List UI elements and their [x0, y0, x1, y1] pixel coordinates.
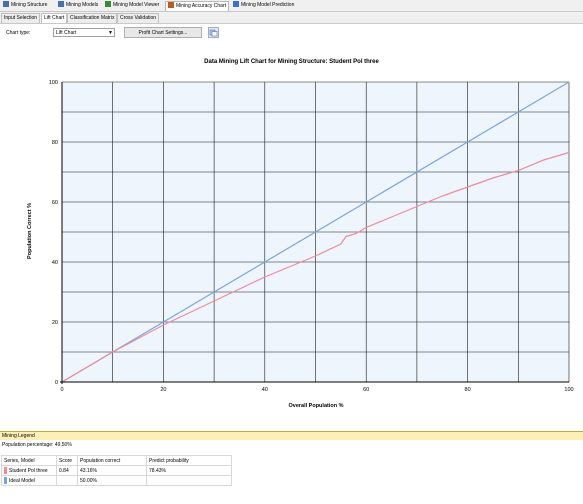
tab-label: Mining Models: [66, 2, 99, 8]
series-name: Ideal Model: [9, 477, 35, 484]
population-percentage: Population percentage: 49.50%: [2, 442, 72, 448]
tab-label: Mining Structure: [11, 2, 48, 8]
predict-probability-cell: 78.43%: [146, 465, 232, 476]
tab-input-selection[interactable]: Input Selection: [1, 13, 41, 23]
x-tick-label: 60: [363, 387, 369, 393]
series-swatch: [4, 467, 7, 474]
mining-legend-header: Mining Legend: [0, 431, 583, 440]
chart-toolbar: Chart type: Lift Chart ▼ Profit Chart Se…: [0, 26, 583, 40]
col-series: Series, Model: [1, 455, 57, 466]
tab-classification-matrix[interactable]: Classification Matrix: [67, 13, 118, 23]
accuracy-chart-icon: [168, 2, 174, 8]
col-score: Score: [56, 455, 78, 466]
y-tick-label: 20: [52, 320, 58, 326]
table-row: Student Pol three 0.84 43.16% 78.43%: [1, 465, 232, 476]
mining-legend-table: Series, Model Score Population correct P…: [1, 455, 232, 486]
col-population-correct: Population correct: [77, 455, 147, 466]
score-cell: 0.84: [56, 465, 78, 476]
chart-title: Data Mining Lift Chart for Mining Struct…: [204, 59, 379, 65]
score-cell: [56, 475, 78, 486]
chart-type-value: Lift Chart: [56, 30, 77, 36]
tab-mining-model-viewer[interactable]: Mining Model Viewer: [103, 1, 161, 10]
y-tick-label: 100: [49, 80, 58, 86]
tab-mining-structure[interactable]: Mining Structure: [1, 1, 49, 10]
profit-chart-settings-button[interactable]: Profit Chart Settings...: [124, 27, 202, 38]
tab-label: Mining Model Prediction: [241, 2, 295, 8]
tab-mining-accuracy-chart[interactable]: Mining Accuracy Chart: [165, 1, 230, 11]
tab-mining-model-prediction[interactable]: Mining Model Prediction: [231, 1, 296, 10]
y-tick-label: 80: [52, 140, 58, 146]
x-tick-label: 40: [262, 387, 268, 393]
tab-mining-models[interactable]: Mining Models: [56, 1, 100, 10]
chevron-down-icon: ▼: [108, 30, 113, 36]
mining-viewer-icon: [105, 1, 111, 7]
x-tick-label: 80: [465, 387, 471, 393]
copy-chart-icon: [209, 29, 218, 37]
x-tick-label: 100: [564, 387, 573, 393]
mining-models-icon: [58, 1, 64, 7]
legend-title: Mining Legend: [2, 433, 35, 439]
series-swatch: [4, 477, 7, 484]
designer-tab-strip: Mining Structure Mining Models Mining Mo…: [0, 0, 583, 12]
predict-probability-cell: [146, 475, 232, 486]
y-axis-label: Population Correct %: [27, 203, 33, 259]
chart-type-select[interactable]: Lift Chart ▼: [53, 28, 115, 37]
lift-chart: 0 20 40 60 80 100 0 20 40 60 80 100 Overall Populat…: [27, 80, 574, 409]
legend-header-row: Series, Model Score Population correct P…: [1, 455, 232, 466]
chart-type-label: Chart type:: [6, 30, 31, 36]
y-tick-label: 0: [55, 380, 58, 386]
table-row: Ideal Model 50.00%: [1, 475, 232, 486]
population-correct-cell: 43.16%: [77, 465, 147, 476]
x-tick-label: 20: [160, 387, 166, 393]
tab-cross-validation[interactable]: Cross Validation: [117, 13, 160, 23]
prediction-icon: [233, 1, 239, 7]
tab-label: Mining Accuracy Chart: [176, 3, 227, 9]
series-name: Student Pol three: [9, 467, 48, 474]
legend-series-cell: Student Pol three: [1, 465, 57, 476]
tab-lift-chart[interactable]: Lift Chart: [41, 13, 68, 23]
population-correct-cell: 50.00%: [77, 475, 147, 486]
mining-structure-icon: [3, 1, 9, 7]
x-axis-label: Overall Population %: [288, 403, 343, 409]
y-tick-label: 60: [52, 200, 58, 206]
col-predict-probability: Predict probability: [146, 455, 232, 466]
export-chart-button[interactable]: [208, 27, 219, 38]
accuracy-sub-tabs: Input Selection Lift Chart Classificatio…: [0, 12, 583, 24]
x-tick-label: 0: [60, 387, 63, 393]
tab-label: Mining Model Viewer: [113, 2, 160, 8]
y-tick-label: 40: [52, 260, 58, 266]
legend-series-cell: Ideal Model: [1, 475, 57, 486]
